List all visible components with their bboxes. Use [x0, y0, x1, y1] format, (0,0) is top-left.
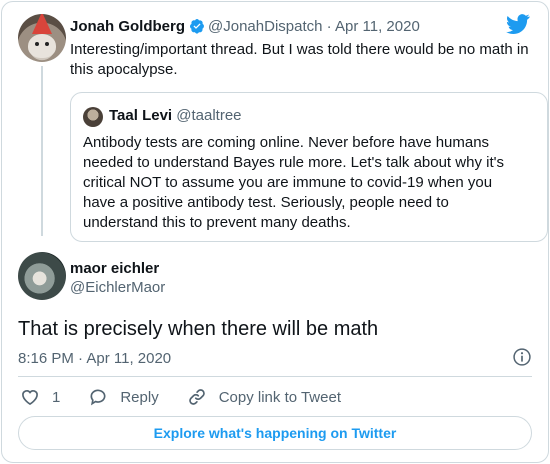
avatar[interactable] — [18, 14, 66, 62]
parent-tweet-header: Jonah Goldberg @JonahDispatch · Apr 11, 2… — [70, 17, 420, 37]
quoted-tweet-text: Antibody tests are coming online. Never … — [83, 134, 504, 231]
info-icon[interactable] — [512, 347, 532, 367]
parent-tweet-text: Interesting/important thread. But I was … — [70, 41, 529, 78]
dog-eye-right — [45, 42, 49, 46]
link-icon — [188, 389, 205, 405]
party-hat-shape — [32, 14, 52, 34]
author-handle[interactable]: @JonahDispatch — [208, 18, 322, 35]
avatar[interactable] — [18, 252, 66, 300]
quoted-tweet[interactable]: Taal Levi @taaltree Antibody tests are c… — [70, 92, 548, 242]
quoted-tweet-header: Taal Levi @taaltree — [109, 106, 242, 126]
main-tweet-text: That is precisely when there will be mat… — [18, 318, 379, 340]
tweet-date[interactable]: Apr 11, 2020 — [335, 18, 420, 35]
copy-link-label: Copy link to Tweet — [218, 388, 341, 406]
twitter-bird-icon[interactable] — [506, 14, 530, 34]
divider — [18, 376, 532, 377]
thread-connector-line — [41, 66, 43, 236]
explore-twitter-button[interactable]: Explore what's happening on Twitter — [18, 416, 532, 450]
dog-face-shape — [28, 34, 56, 58]
reply-label: Reply — [120, 388, 159, 406]
author-handle: @taaltree — [176, 107, 242, 124]
verified-badge-icon — [190, 19, 205, 34]
reply-button[interactable]: Reply — [88, 387, 159, 407]
avatar — [83, 107, 103, 127]
like-button[interactable]: 1 — [20, 387, 60, 407]
dog-eye-left — [35, 42, 39, 46]
author-name: Taal Levi — [109, 107, 173, 124]
copy-link-button[interactable]: Copy link to Tweet — [187, 387, 341, 407]
tweet-embed-card: Jonah Goldberg @JonahDispatch · Apr 11, 2… — [1, 1, 549, 463]
dot-separator: · — [326, 18, 332, 35]
reply-icon — [90, 389, 106, 406]
tweet-timestamp[interactable]: 8:16 PM · Apr 11, 2020 — [18, 349, 171, 369]
author-name[interactable]: Jonah Goldberg — [70, 18, 185, 35]
tweet-actions: 1 Reply Copy link to Tweet — [20, 385, 369, 409]
like-count: 1 — [52, 388, 61, 406]
author-name[interactable]: maor eichler — [70, 259, 159, 279]
heart-icon — [22, 390, 38, 406]
author-handle[interactable]: @EichlerMaor — [70, 278, 165, 298]
